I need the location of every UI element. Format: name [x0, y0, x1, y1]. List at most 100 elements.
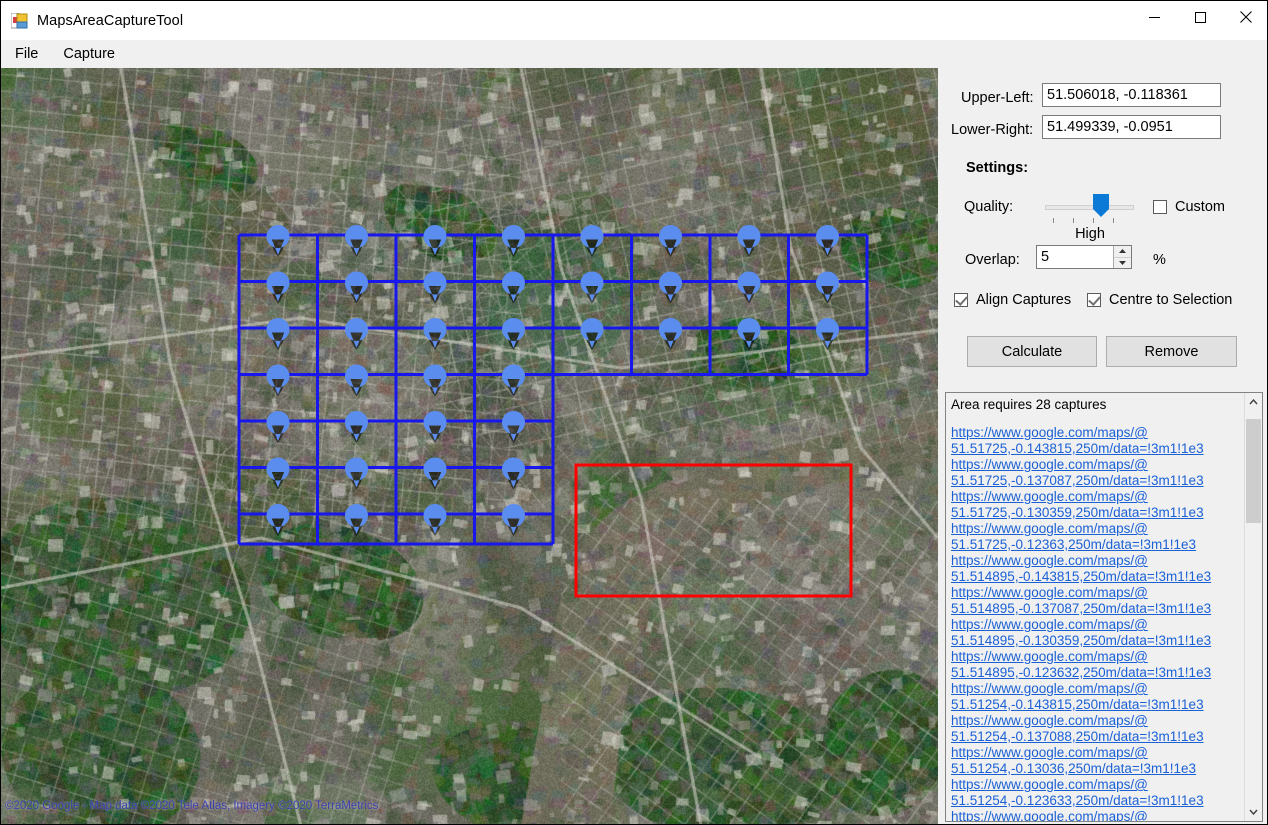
- capture-grid-overlay: [1, 68, 938, 825]
- slider-tick: [1093, 218, 1094, 223]
- map-pin-icon[interactable]: [345, 225, 368, 257]
- url-link[interactable]: 51.51725,-0.143815,250m/data=!3m1!1e3: [951, 441, 1244, 457]
- map-pin-icon[interactable]: [345, 504, 368, 536]
- map-pin-icon[interactable]: [423, 458, 446, 490]
- menu-item-capture[interactable]: Capture: [52, 43, 126, 65]
- map-pin-icon[interactable]: [423, 504, 446, 536]
- url-link[interactable]: 51.51254,-0.13036,250m/data=!3m1!1e3: [951, 761, 1244, 777]
- lower-right-input[interactable]: 51.499339, -0.0951: [1042, 115, 1221, 139]
- slider-thumb[interactable]: [1093, 194, 1109, 218]
- url-link[interactable]: https://www.google.com/maps/@: [951, 809, 1244, 821]
- close-button[interactable]: [1223, 2, 1268, 32]
- url-link[interactable]: https://www.google.com/maps/@: [951, 553, 1244, 569]
- scroll-up-icon[interactable]: [1245, 393, 1262, 411]
- map-view[interactable]: ©2020 Google - Map data ©2020 Tele Atlas…: [1, 68, 938, 825]
- align-captures-checkbox[interactable]: Align Captures: [954, 292, 1071, 308]
- url-link[interactable]: https://www.google.com/maps/@: [951, 521, 1244, 537]
- url-link[interactable]: https://www.google.com/maps/@: [951, 745, 1244, 761]
- map-pin-icon[interactable]: [266, 504, 289, 536]
- results-list-body[interactable]: Area requires 28 captures https://www.go…: [946, 393, 1244, 821]
- remove-button[interactable]: Remove: [1106, 336, 1237, 367]
- map-pin-icon[interactable]: [502, 225, 525, 257]
- map-pin-icon[interactable]: [816, 272, 839, 304]
- map-pin-icon[interactable]: [502, 504, 525, 536]
- map-pin-icon[interactable]: [345, 318, 368, 350]
- scrollbar-thumb[interactable]: [1246, 419, 1261, 523]
- minimize-button[interactable]: [1131, 2, 1177, 32]
- custom-checkbox[interactable]: Custom: [1153, 199, 1225, 215]
- map-pin-icon[interactable]: [266, 365, 289, 397]
- results-scrollbar[interactable]: [1244, 393, 1262, 821]
- map-pin-icon[interactable]: [266, 458, 289, 490]
- url-link[interactable]: https://www.google.com/maps/@: [951, 489, 1244, 505]
- map-pin-icon[interactable]: [502, 458, 525, 490]
- url-lines: https://www.google.com/maps/@51.51725,-0…: [951, 425, 1244, 821]
- url-link[interactable]: https://www.google.com/maps/@: [951, 425, 1244, 441]
- url-link[interactable]: 51.514895,-0.137087,250m/data=!3m1!1e3: [951, 601, 1244, 617]
- upper-left-input[interactable]: 51.506018, -0.118361: [1042, 83, 1221, 107]
- map-pin-icon[interactable]: [502, 272, 525, 304]
- map-pin-icon[interactable]: [580, 272, 603, 304]
- map-pin-icon[interactable]: [659, 318, 682, 350]
- map-pin-icon[interactable]: [502, 365, 525, 397]
- maximize-button[interactable]: [1177, 2, 1223, 32]
- menu-bar: File Capture: [1, 40, 1268, 68]
- map-pin-icon[interactable]: [659, 225, 682, 257]
- url-link[interactable]: 51.51254,-0.123633,250m/data=!3m1!1e3: [951, 793, 1244, 809]
- map-pin-icon[interactable]: [266, 318, 289, 350]
- map-pin-icon[interactable]: [345, 272, 368, 304]
- url-link[interactable]: https://www.google.com/maps/@: [951, 713, 1244, 729]
- map-pin-icon[interactable]: [423, 225, 446, 257]
- map-pin-icon[interactable]: [266, 225, 289, 257]
- url-link[interactable]: 51.514895,-0.143815,250m/data=!3m1!1e3: [951, 569, 1244, 585]
- map-pin-icon[interactable]: [737, 272, 760, 304]
- results-title: Area requires 28 captures: [951, 397, 1244, 412]
- map-pin-icon[interactable]: [737, 318, 760, 350]
- centre-to-selection-checkbox[interactable]: Centre to Selection: [1087, 292, 1232, 308]
- url-link[interactable]: 51.51725,-0.137087,250m/data=!3m1!1e3: [951, 473, 1244, 489]
- slider-track: [1045, 205, 1134, 210]
- url-link[interactable]: https://www.google.com/maps/@: [951, 585, 1244, 601]
- url-link[interactable]: https://www.google.com/maps/@: [951, 777, 1244, 793]
- map-pin-icon[interactable]: [423, 318, 446, 350]
- app-window-icon: [11, 13, 28, 29]
- url-link[interactable]: https://www.google.com/maps/@: [951, 617, 1244, 633]
- map-pin-icon[interactable]: [423, 365, 446, 397]
- map-pin-icon[interactable]: [423, 411, 446, 443]
- url-link[interactable]: https://www.google.com/maps/@: [951, 681, 1244, 697]
- scroll-down-icon[interactable]: [1245, 803, 1262, 821]
- overlap-stepper[interactable]: 5: [1036, 245, 1132, 269]
- map-pin-icon[interactable]: [816, 225, 839, 257]
- slider-tick: [1073, 218, 1074, 223]
- map-pin-icon[interactable]: [659, 272, 682, 304]
- url-link[interactable]: 51.514895,-0.130359,250m/data=!3m1!1e3: [951, 633, 1244, 649]
- url-link[interactable]: 51.51725,-0.12363,250m/data=!3m1!1e3: [951, 537, 1244, 553]
- map-pin-icon[interactable]: [580, 225, 603, 257]
- url-link[interactable]: 51.51254,-0.137088,250m/data=!3m1!1e3: [951, 729, 1244, 745]
- url-link[interactable]: https://www.google.com/maps/@: [951, 457, 1244, 473]
- quality-slider[interactable]: [1045, 194, 1134, 228]
- stepper-up-icon[interactable]: [1114, 246, 1131, 258]
- map-pin-icon[interactable]: [816, 318, 839, 350]
- map-pin-icon[interactable]: [502, 318, 525, 350]
- url-link[interactable]: https://www.google.com/maps/@: [951, 649, 1244, 665]
- menu-item-file[interactable]: File: [4, 43, 49, 65]
- calculate-button[interactable]: Calculate: [967, 336, 1097, 367]
- overlap-input[interactable]: 5: [1037, 249, 1113, 265]
- map-pin-icon[interactable]: [502, 411, 525, 443]
- map-pin-icon[interactable]: [737, 225, 760, 257]
- map-pin-icon[interactable]: [345, 458, 368, 490]
- stepper-down-icon[interactable]: [1114, 258, 1131, 269]
- map-pin-icon[interactable]: [345, 411, 368, 443]
- map-pin-icon[interactable]: [345, 365, 368, 397]
- checkbox-box: [954, 293, 968, 307]
- map-pin-icon[interactable]: [580, 318, 603, 350]
- overlap-unit-label: %: [1153, 252, 1166, 268]
- map-pin-icon[interactable]: [266, 411, 289, 443]
- selection-rectangle[interactable]: [576, 465, 851, 596]
- map-pin-icon[interactable]: [266, 272, 289, 304]
- url-link[interactable]: 51.51725,-0.130359,250m/data=!3m1!1e3: [951, 505, 1244, 521]
- url-link[interactable]: 51.51254,-0.143815,250m/data=!3m1!1e3: [951, 697, 1244, 713]
- url-link[interactable]: 51.514895,-0.123632,250m/data=!3m1!1e3: [951, 665, 1244, 681]
- map-pin-icon[interactable]: [423, 272, 446, 304]
